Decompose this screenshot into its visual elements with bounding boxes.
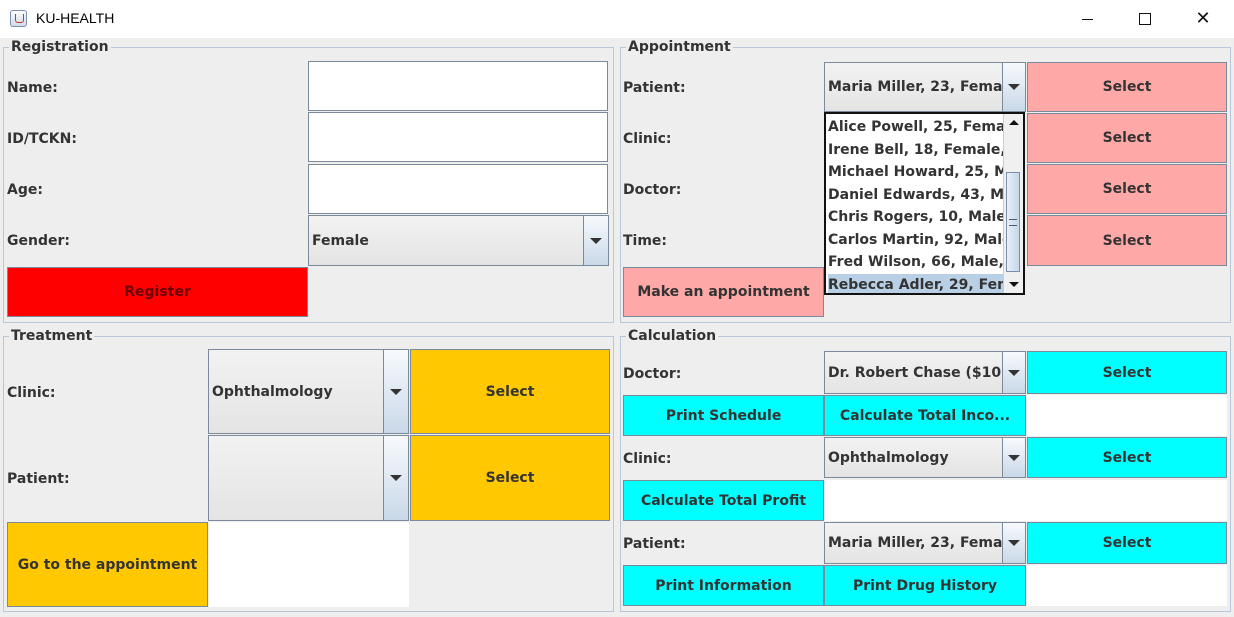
dropdown-item[interactable]: Michael Howard, 25, Male: [828, 161, 1004, 183]
calc-doctor-label: Doctor:: [623, 366, 682, 382]
calc-doctor-value: Dr. Robert Chase ($105): [828, 364, 1018, 381]
calc-doctor-select[interactable]: Dr. Robert Chase ($105): [824, 351, 1026, 394]
maximize-button[interactable]: [1116, 0, 1174, 38]
scroll-up-icon[interactable]: [1004, 114, 1023, 131]
name-label: Name:: [7, 80, 58, 96]
maximize-icon: [1139, 13, 1151, 25]
id-label: ID/TCKN:: [7, 131, 77, 147]
treatment-clinic-value: Ophthalmology: [212, 383, 333, 400]
treatment-select-clinic-button[interactable]: Select: [410, 349, 610, 434]
treatment-clinic-label: Clinic:: [7, 385, 56, 401]
patient-dropdown-list[interactable]: Alice Powell, 25, Female, Irene Bell, 18…: [824, 112, 1025, 295]
go-to-appointment-button[interactable]: Go to the appointment: [7, 522, 208, 607]
gender-select-value: Female: [312, 232, 369, 249]
close-button[interactable]: ✕: [1174, 0, 1232, 38]
calc-select-clinic-button[interactable]: Select: [1027, 437, 1227, 478]
calc-clinic-value: Ophthalmology: [828, 449, 949, 466]
print-drug-history-button[interactable]: Print Drug History: [824, 565, 1026, 606]
dropdown-item[interactable]: Irene Bell, 18, Female, id: [828, 139, 1004, 161]
treatment-legend: Treatment: [9, 328, 95, 344]
gender-select[interactable]: Female: [308, 215, 609, 266]
print-information-button[interactable]: Print Information: [623, 565, 824, 606]
appointment-time-label: Time:: [623, 233, 668, 249]
make-appointment-button[interactable]: Make an appointment: [623, 267, 824, 317]
appointment-patient-select[interactable]: Maria Miller, 23, Femal...: [824, 62, 1026, 112]
age-field[interactable]: [308, 164, 608, 214]
select-time-button[interactable]: Select: [1027, 215, 1227, 266]
chevron-down-icon[interactable]: [1002, 352, 1025, 393]
select-patient-button[interactable]: Select: [1027, 62, 1227, 112]
calculation-legend: Calculation: [626, 328, 719, 344]
calculate-income-button[interactable]: Calculate Total Inco...: [824, 395, 1026, 436]
calc-patient-label: Patient:: [623, 536, 686, 552]
scroll-down-icon[interactable]: [1004, 276, 1023, 293]
appointment-doctor-label: Doctor:: [623, 182, 682, 198]
dropdown-item[interactable]: Daniel Edwards, 43, Male: [828, 184, 1004, 206]
calc-select-patient-button[interactable]: Select: [1027, 522, 1227, 564]
gender-label: Gender:: [7, 233, 70, 249]
chevron-down-icon[interactable]: [1002, 523, 1025, 563]
window-title: KU-HEALTH: [36, 10, 115, 26]
appointment-legend: Appointment: [626, 39, 733, 55]
treatment-patient-select[interactable]: [208, 435, 409, 521]
treatment-clinic-select[interactable]: Ophthalmology: [208, 349, 409, 434]
patient-output-area: [1027, 565, 1227, 606]
profit-output-area: [825, 480, 1227, 521]
income-output-area: [1027, 395, 1227, 436]
select-doctor-button[interactable]: Select: [1027, 164, 1227, 214]
calc-patient-value: Maria Miller, 23, Femal...: [828, 535, 1024, 551]
print-schedule-button[interactable]: Print Schedule: [623, 395, 824, 436]
chevron-down-icon[interactable]: [1002, 63, 1025, 111]
chevron-down-icon[interactable]: [383, 350, 408, 433]
dropdown-item-selected[interactable]: Rebecca Adler, 29, Femal: [828, 274, 1004, 293]
appointment-patient-value: Maria Miller, 23, Femal...: [828, 79, 1024, 95]
chevron-down-icon[interactable]: [583, 216, 608, 265]
title-bar: KU-HEALTH ✕: [0, 0, 1234, 38]
name-field[interactable]: [308, 61, 608, 111]
scroll-thumb[interactable]: [1006, 172, 1020, 272]
close-icon: ✕: [1195, 8, 1211, 29]
calc-patient-select[interactable]: Maria Miller, 23, Femal...: [824, 522, 1026, 564]
dropdown-item[interactable]: Fred Wilson, 66, Male, id: [828, 251, 1004, 273]
dropdown-item[interactable]: Chris Rogers, 10, Male, id: [828, 206, 1004, 228]
calc-clinic-label: Clinic:: [623, 451, 672, 467]
chevron-down-icon[interactable]: [383, 436, 408, 520]
java-app-icon: [10, 10, 27, 27]
appointment-patient-label: Patient:: [623, 80, 686, 96]
treatment-output-area: [209, 522, 409, 607]
registration-legend: Registration: [9, 39, 111, 55]
treatment-select-patient-button[interactable]: Select: [410, 435, 610, 521]
calc-clinic-select[interactable]: Ophthalmology: [824, 437, 1026, 478]
id-field[interactable]: [308, 112, 608, 162]
treatment-patient-label: Patient:: [7, 471, 70, 487]
age-label: Age:: [7, 182, 43, 198]
minimize-icon: [1081, 18, 1093, 20]
dropdown-item[interactable]: Alice Powell, 25, Female,: [828, 116, 1004, 138]
register-button[interactable]: Register: [7, 267, 308, 317]
select-clinic-button[interactable]: Select: [1027, 113, 1227, 163]
chevron-down-icon[interactable]: [1002, 438, 1025, 477]
minimize-button[interactable]: [1058, 0, 1116, 38]
appointment-clinic-label: Clinic:: [623, 131, 672, 147]
dropdown-item[interactable]: Carlos Martin, 92, Male, id: [828, 229, 1004, 251]
dropdown-scrollbar[interactable]: [1003, 114, 1023, 293]
calculate-profit-button[interactable]: Calculate Total Profit: [623, 480, 824, 521]
calc-select-doctor-button[interactable]: Select: [1027, 351, 1227, 394]
